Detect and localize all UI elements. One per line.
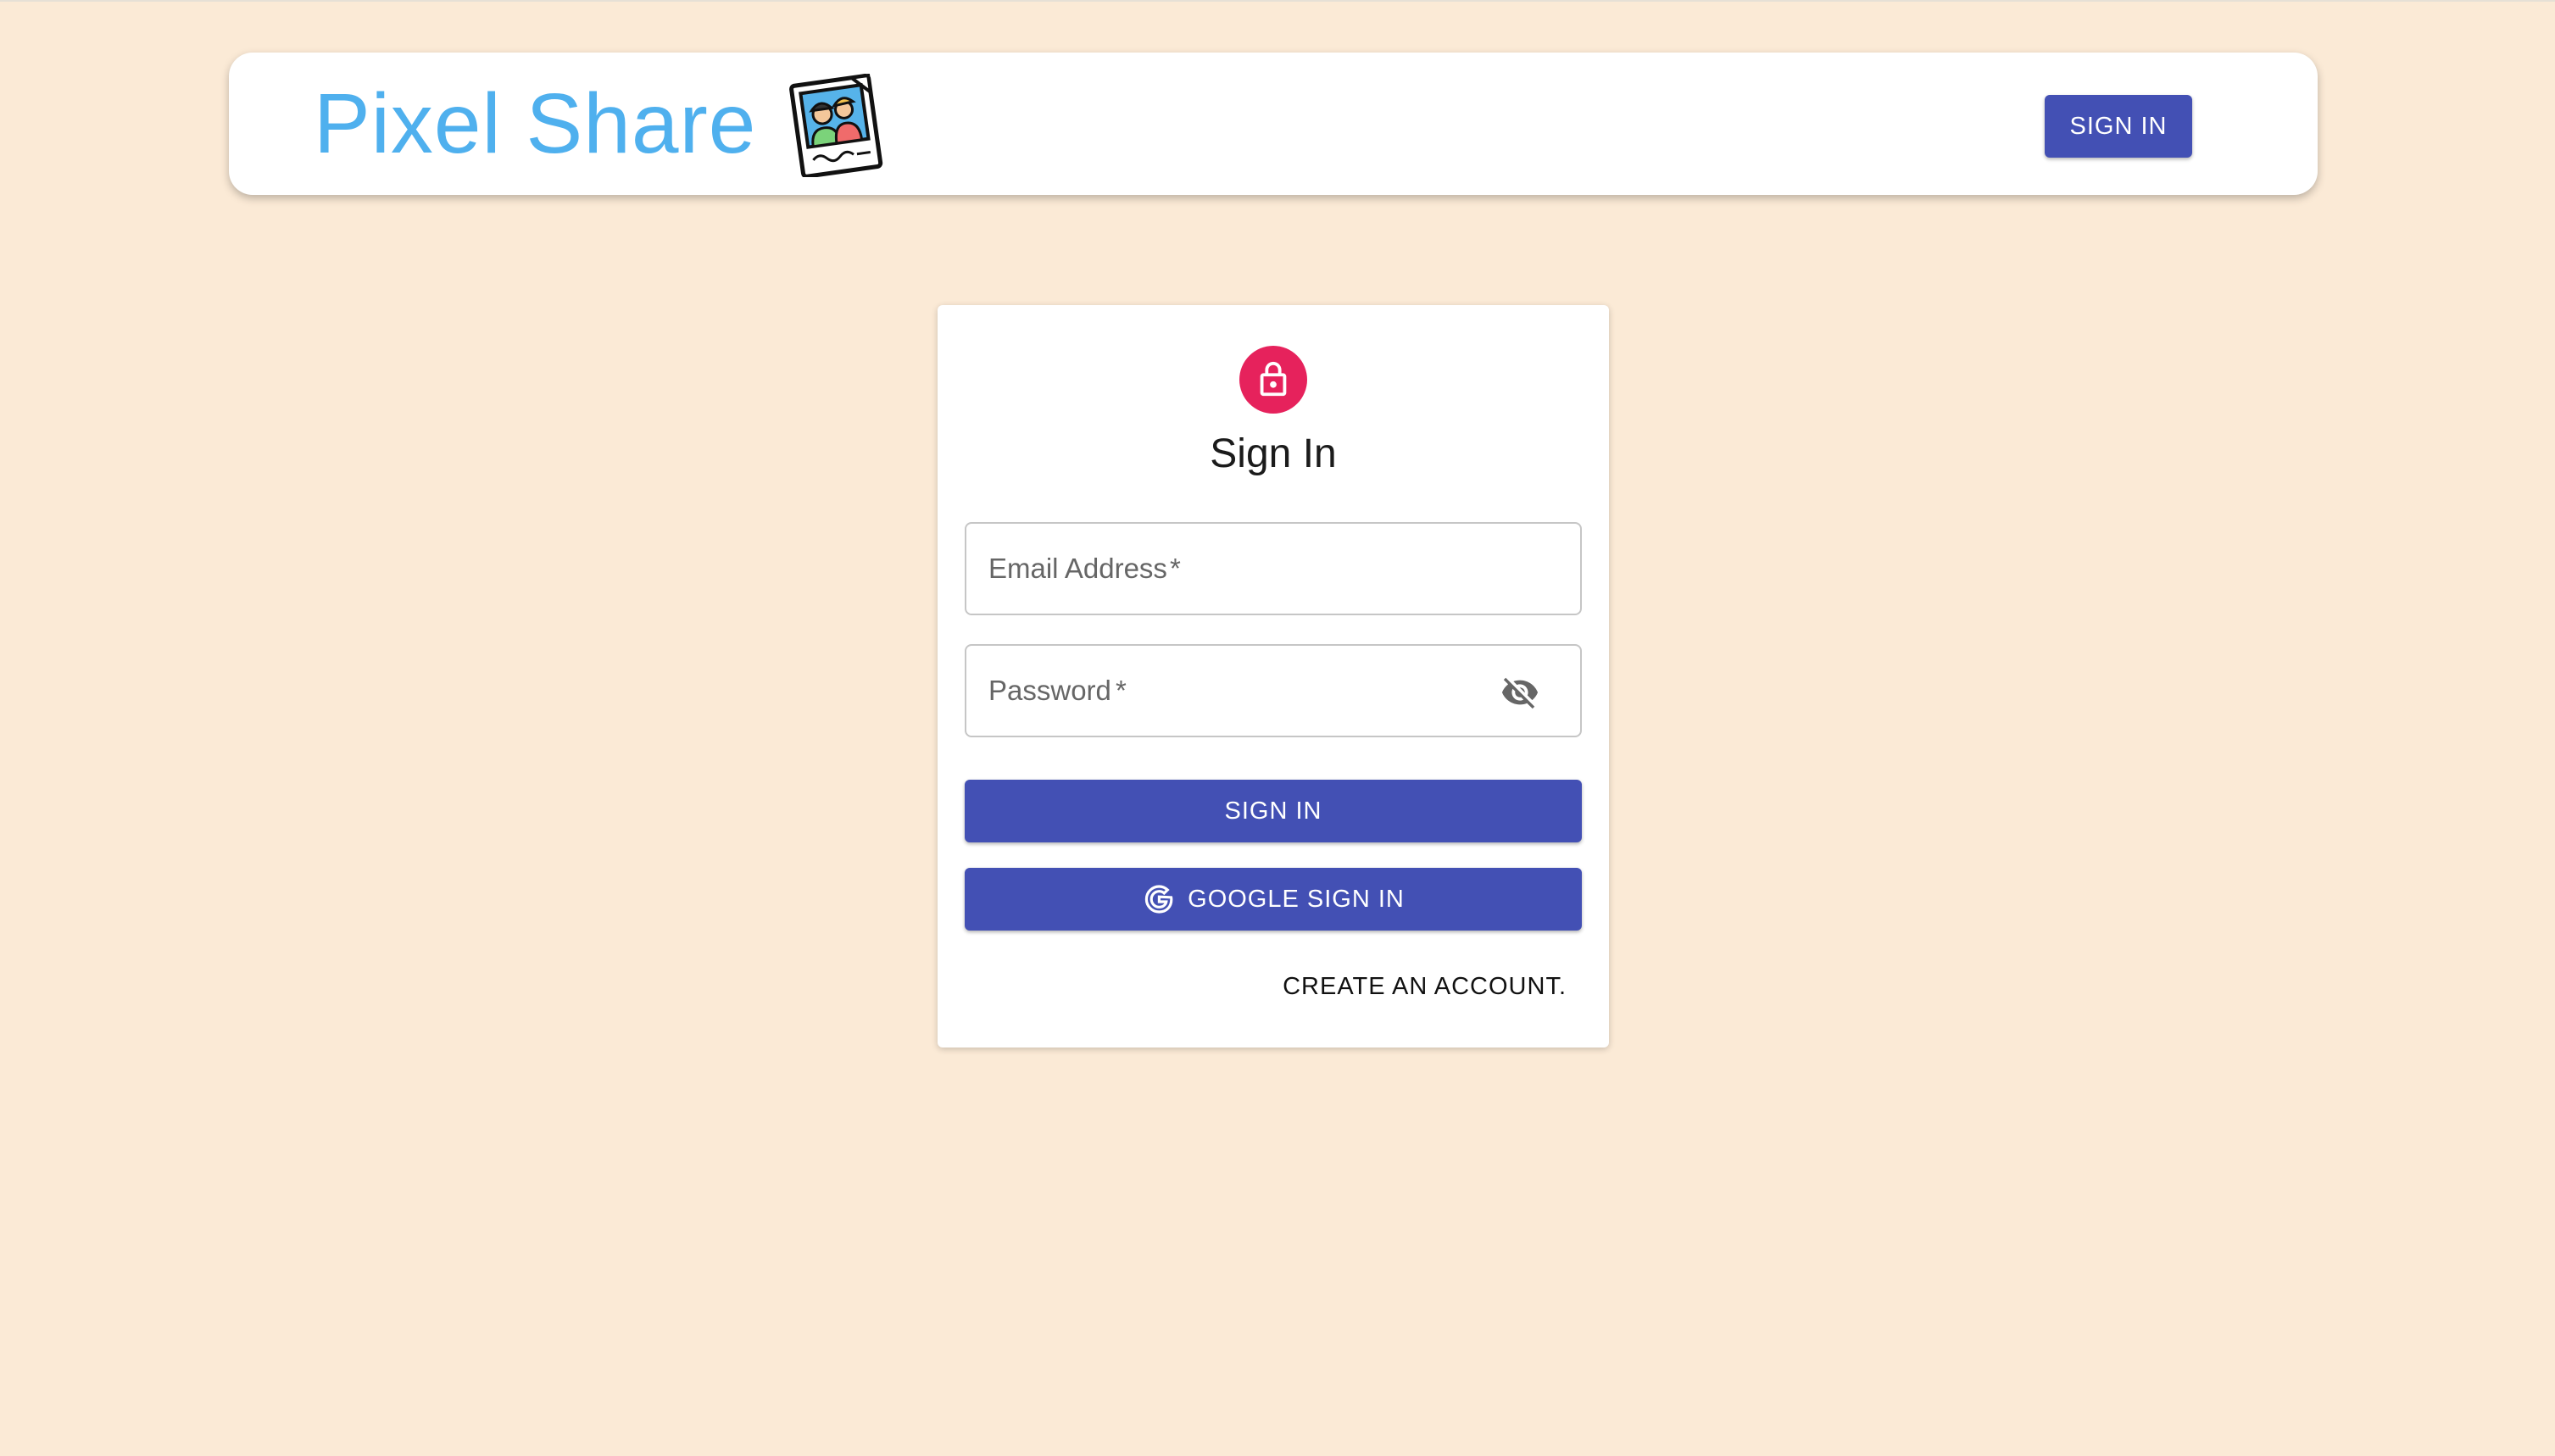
header-sign-in-button[interactable]: SIGN IN	[2045, 95, 2192, 158]
photo-frame-people-icon	[785, 73, 885, 179]
google-g-icon	[1142, 882, 1176, 916]
sign-in-card: Sign In * * SIGN IN GOOGLE SIGN IN CREAT…	[938, 305, 1609, 1048]
lock-icon	[1239, 346, 1307, 414]
create-account-link[interactable]: CREATE AN ACCOUNT.	[1283, 973, 1567, 1001]
sign-in-button[interactable]: SIGN IN	[965, 780, 1582, 842]
email-input[interactable]	[966, 524, 1580, 614]
google-sign-in-label: GOOGLE SIGN IN	[1188, 885, 1405, 913]
sign-in-title: Sign In	[1210, 431, 1337, 476]
app-header: Pixel Share SIGN IN	[229, 53, 2318, 195]
password-field[interactable]: *	[965, 644, 1582, 737]
brand-title: Pixel Share	[314, 76, 757, 171]
brand[interactable]: Pixel Share	[314, 53, 885, 195]
email-field[interactable]: *	[965, 522, 1582, 615]
eye-off-icon[interactable]	[1499, 671, 1541, 714]
password-input[interactable]	[966, 646, 1580, 736]
google-sign-in-button[interactable]: GOOGLE SIGN IN	[965, 868, 1582, 931]
